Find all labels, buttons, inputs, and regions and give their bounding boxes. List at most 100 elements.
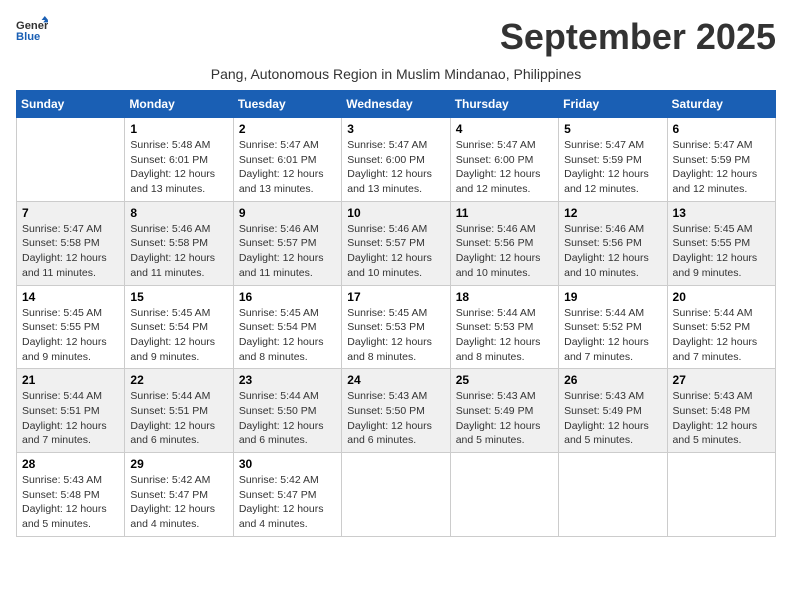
- calendar-cell: 24Sunrise: 5:43 AM Sunset: 5:50 PM Dayli…: [342, 369, 450, 453]
- calendar-cell: 17Sunrise: 5:45 AM Sunset: 5:53 PM Dayli…: [342, 285, 450, 369]
- calendar-cell: 26 Sunrise: 5:43 AM Sunset: 5:49 PM Dayli…: [559, 369, 667, 453]
- calendar-cell: 10 Sunrise: 5:46 AM Sunset: 5:57 PM Dayli…: [342, 201, 450, 285]
- day-info: Sunrise: 5:47 AM Sunset: 6:00 PM Dayligh…: [347, 138, 444, 197]
- calendar-cell: 25 Sunrise: 5:43 AM Sunset: 5:49 PM Dayli…: [450, 369, 558, 453]
- location-subtitle: Pang, Autonomous Region in Muslim Mindan…: [16, 66, 776, 82]
- svg-text:Blue: Blue: [16, 31, 40, 43]
- day-headers-row: SundayMondayTuesdayWednesdayThursdayFrid…: [17, 91, 776, 118]
- calendar-cell: 4Sunrise: 5:47 AM Sunset: 6:00 PM Daylig…: [450, 118, 558, 202]
- calendar-cell: [342, 453, 450, 537]
- calendar-cell: [17, 118, 125, 202]
- day-number: 4: [456, 122, 553, 136]
- day-info: Sunrise: 5:46 AM Sunset: 5:56 PM Dayligh…: [564, 222, 661, 281]
- day-info: Sunrise: 5:47 AM Sunset: 5:58 PM Dayligh…: [22, 222, 119, 281]
- day-info: Sunrise: 5:45 AM Sunset: 5:53 PM Dayligh…: [347, 306, 444, 365]
- day-number: 22: [130, 373, 227, 387]
- day-number: 11: [456, 206, 553, 220]
- calendar-cell: 28 Sunrise: 5:43 AM Sunset: 5:48 PM Dayli…: [17, 453, 125, 537]
- day-number: 29: [130, 457, 227, 471]
- day-info: Sunrise: 5:47 AM Sunset: 6:01 PM Dayligh…: [239, 138, 336, 197]
- calendar-cell: 5 Sunrise: 5:47 AM Sunset: 5:59 PM Daylig…: [559, 118, 667, 202]
- calendar-cell: 11 Sunrise: 5:46 AM Sunset: 5:56 PM Dayli…: [450, 201, 558, 285]
- col-header-wednesday: Wednesday: [342, 91, 450, 118]
- day-info: Sunrise: 5:43 AM Sunset: 5:48 PM Dayligh…: [22, 473, 119, 532]
- calendar-cell: 20 Sunrise: 5:44 AM Sunset: 5:52 PM Dayli…: [667, 285, 775, 369]
- day-number: 15: [130, 290, 227, 304]
- calendar-cell: [450, 453, 558, 537]
- calendar-cell: 21 Sunrise: 5:44 AM Sunset: 5:51 PM Dayli…: [17, 369, 125, 453]
- calendar-cell: 6 Sunrise: 5:47 AM Sunset: 5:59 PM Daylig…: [667, 118, 775, 202]
- calendar-cell: 30 Sunrise: 5:42 AM Sunset: 5:47 PM Dayli…: [233, 453, 341, 537]
- day-number: 24: [347, 373, 444, 387]
- day-info: Sunrise: 5:46 AM Sunset: 5:58 PM Dayligh…: [130, 222, 227, 281]
- day-number: 1: [130, 122, 227, 136]
- day-number: 19: [564, 290, 661, 304]
- week-row-5: 28 Sunrise: 5:43 AM Sunset: 5:48 PM Dayli…: [17, 453, 776, 537]
- calendar-cell: 1Sunrise: 5:48 AM Sunset: 6:01 PM Daylig…: [125, 118, 233, 202]
- col-header-friday: Friday: [559, 91, 667, 118]
- day-info: Sunrise: 5:47 AM Sunset: 5:59 PM Dayligh…: [673, 138, 770, 197]
- day-info: Sunrise: 5:46 AM Sunset: 5:57 PM Dayligh…: [347, 222, 444, 281]
- week-row-2: 7 Sunrise: 5:47 AM Sunset: 5:58 PM Daylig…: [17, 201, 776, 285]
- month-year-title: September 2025: [500, 16, 776, 58]
- calendar-cell: 18 Sunrise: 5:44 AM Sunset: 5:53 PM Dayli…: [450, 285, 558, 369]
- calendar-cell: [667, 453, 775, 537]
- day-info: Sunrise: 5:44 AM Sunset: 5:50 PM Dayligh…: [239, 389, 336, 448]
- calendar-cell: 13 Sunrise: 5:45 AM Sunset: 5:55 PM Dayli…: [667, 201, 775, 285]
- calendar-cell: 14Sunrise: 5:45 AM Sunset: 5:55 PM Dayli…: [17, 285, 125, 369]
- day-info: Sunrise: 5:42 AM Sunset: 5:47 PM Dayligh…: [239, 473, 336, 532]
- calendar-cell: [559, 453, 667, 537]
- day-info: Sunrise: 5:44 AM Sunset: 5:53 PM Dayligh…: [456, 306, 553, 365]
- day-number: 10: [347, 206, 444, 220]
- day-number: 21: [22, 373, 119, 387]
- day-number: 3: [347, 122, 444, 136]
- day-number: 18: [456, 290, 553, 304]
- day-number: 23: [239, 373, 336, 387]
- day-number: 2: [239, 122, 336, 136]
- calendar-cell: 9 Sunrise: 5:46 AM Sunset: 5:57 PM Daylig…: [233, 201, 341, 285]
- calendar-table: SundayMondayTuesdayWednesdayThursdayFrid…: [16, 90, 776, 537]
- day-info: Sunrise: 5:46 AM Sunset: 5:56 PM Dayligh…: [456, 222, 553, 281]
- day-info: Sunrise: 5:45 AM Sunset: 5:55 PM Dayligh…: [22, 306, 119, 365]
- day-number: 20: [673, 290, 770, 304]
- day-info: Sunrise: 5:43 AM Sunset: 5:49 PM Dayligh…: [456, 389, 553, 448]
- day-number: 25: [456, 373, 553, 387]
- col-header-saturday: Saturday: [667, 91, 775, 118]
- week-row-4: 21 Sunrise: 5:44 AM Sunset: 5:51 PM Dayli…: [17, 369, 776, 453]
- day-info: Sunrise: 5:42 AM Sunset: 5:47 PM Dayligh…: [130, 473, 227, 532]
- day-info: Sunrise: 5:44 AM Sunset: 5:52 PM Dayligh…: [673, 306, 770, 365]
- day-info: Sunrise: 5:47 AM Sunset: 5:59 PM Dayligh…: [564, 138, 661, 197]
- day-number: 13: [673, 206, 770, 220]
- calendar-cell: 19 Sunrise: 5:44 AM Sunset: 5:52 PM Dayli…: [559, 285, 667, 369]
- day-number: 5: [564, 122, 661, 136]
- day-number: 28: [22, 457, 119, 471]
- logo: General Blue: [16, 16, 52, 44]
- title-section: September 2025: [500, 16, 776, 58]
- day-info: Sunrise: 5:44 AM Sunset: 5:52 PM Dayligh…: [564, 306, 661, 365]
- week-row-3: 14Sunrise: 5:45 AM Sunset: 5:55 PM Dayli…: [17, 285, 776, 369]
- day-number: 7: [22, 206, 119, 220]
- calendar-cell: 22Sunrise: 5:44 AM Sunset: 5:51 PM Dayli…: [125, 369, 233, 453]
- day-info: Sunrise: 5:45 AM Sunset: 5:55 PM Dayligh…: [673, 222, 770, 281]
- calendar-cell: 29 Sunrise: 5:42 AM Sunset: 5:47 PM Dayli…: [125, 453, 233, 537]
- day-number: 26: [564, 373, 661, 387]
- day-info: Sunrise: 5:46 AM Sunset: 5:57 PM Dayligh…: [239, 222, 336, 281]
- day-info: Sunrise: 5:45 AM Sunset: 5:54 PM Dayligh…: [239, 306, 336, 365]
- calendar-cell: 3 Sunrise: 5:47 AM Sunset: 6:00 PM Daylig…: [342, 118, 450, 202]
- day-info: Sunrise: 5:44 AM Sunset: 5:51 PM Dayligh…: [22, 389, 119, 448]
- week-row-1: 1Sunrise: 5:48 AM Sunset: 6:01 PM Daylig…: [17, 118, 776, 202]
- day-number: 6: [673, 122, 770, 136]
- day-number: 9: [239, 206, 336, 220]
- day-number: 16: [239, 290, 336, 304]
- col-header-sunday: Sunday: [17, 91, 125, 118]
- col-header-tuesday: Tuesday: [233, 91, 341, 118]
- calendar-cell: 16 Sunrise: 5:45 AM Sunset: 5:54 PM Dayli…: [233, 285, 341, 369]
- day-info: Sunrise: 5:43 AM Sunset: 5:49 PM Dayligh…: [564, 389, 661, 448]
- logo-icon: General Blue: [16, 16, 48, 44]
- calendar-cell: 7 Sunrise: 5:47 AM Sunset: 5:58 PM Daylig…: [17, 201, 125, 285]
- day-number: 27: [673, 373, 770, 387]
- day-number: 8: [130, 206, 227, 220]
- calendar-cell: 12Sunrise: 5:46 AM Sunset: 5:56 PM Dayli…: [559, 201, 667, 285]
- day-info: Sunrise: 5:45 AM Sunset: 5:54 PM Dayligh…: [130, 306, 227, 365]
- day-number: 30: [239, 457, 336, 471]
